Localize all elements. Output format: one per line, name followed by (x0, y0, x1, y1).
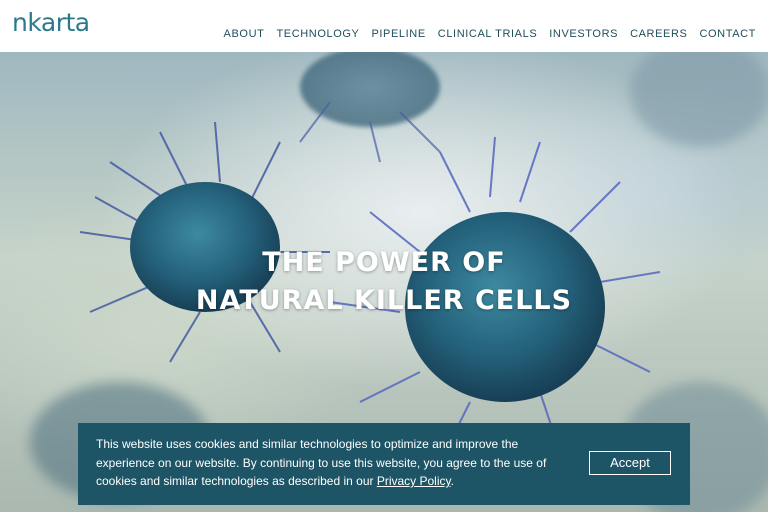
hero-heading-line-2: NATURAL KILLER CELLS (195, 285, 573, 316)
site-header: nkarta ABOUT TECHNOLOGY PIPELINE CLINICA… (0, 0, 768, 52)
nkarta-logo[interactable]: nkarta (12, 8, 90, 38)
accept-button[interactable]: Accept (589, 451, 671, 475)
nav-investors[interactable]: INVESTORS (549, 28, 618, 40)
cookie-banner: This website uses cookies and similar te… (78, 423, 690, 505)
nav-about[interactable]: ABOUT (224, 28, 265, 40)
main-nav: ABOUT TECHNOLOGY PIPELINE CLINICAL TRIAL… (224, 24, 756, 42)
nav-technology[interactable]: TECHNOLOGY (276, 28, 359, 40)
nav-pipeline[interactable]: PIPELINE (371, 28, 425, 40)
cookie-message: This website uses cookies and similar te… (96, 435, 576, 491)
hero-heading-line-1: THE POWER OF (262, 247, 506, 278)
cookie-message-text: This website uses cookies and similar te… (96, 437, 547, 488)
cookie-message-end: . (450, 474, 454, 488)
nav-contact[interactable]: CONTACT (699, 28, 756, 40)
nav-clinical-trials[interactable]: CLINICAL TRIALS (438, 28, 537, 40)
nav-careers[interactable]: CAREERS (630, 28, 687, 40)
hero-heading: THE POWER OF NATURAL KILLER CELLS (0, 244, 768, 320)
privacy-policy-link[interactable]: Privacy Policy (377, 474, 451, 488)
